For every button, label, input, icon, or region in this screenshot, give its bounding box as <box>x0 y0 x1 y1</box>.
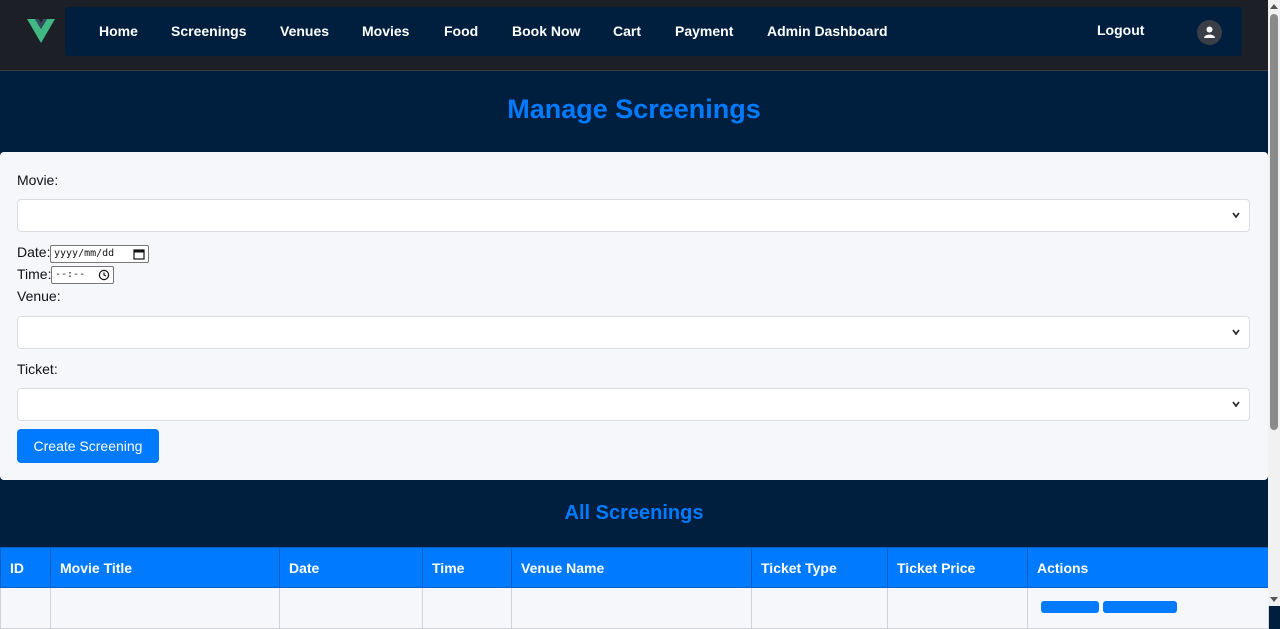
column-header-actions[interactable]: Actions <box>1027 547 1269 588</box>
user-avatar[interactable] <box>1197 20 1222 45</box>
table-cell <box>0 587 51 629</box>
time-input[interactable]: --:-- <box>51 266 114 284</box>
table-cell <box>422 587 512 629</box>
main-nav: Home Screenings Venues Movies Food Book … <box>65 7 1242 56</box>
column-header-ticket-type[interactable]: Ticket Type <box>751 547 888 588</box>
nav-movies[interactable]: Movies <box>362 7 409 56</box>
chevron-down-icon <box>1232 212 1240 219</box>
calendar-icon[interactable] <box>133 248 145 260</box>
nav-cart[interactable]: Cart <box>613 7 641 56</box>
scroll-up-arrow-icon[interactable] <box>1270 2 1278 12</box>
nav-admin-dashboard[interactable]: Admin Dashboard <box>767 7 888 56</box>
page-scrollbar[interactable] <box>1268 0 1280 606</box>
column-header-venue-name[interactable]: Venue Name <box>511 547 752 588</box>
table-cell <box>751 587 888 629</box>
top-bar: Home Screenings Venues Movies Food Book … <box>0 0 1268 71</box>
table-header-row: ID Movie Title Date Time Venue Name Tick… <box>0 547 1269 588</box>
table-cell <box>887 587 1028 629</box>
nav-screenings[interactable]: Screenings <box>171 7 246 56</box>
nav-payment[interactable]: Payment <box>675 7 733 56</box>
time-label: Time: <box>17 266 52 282</box>
create-screening-button[interactable]: Create Screening <box>17 429 159 463</box>
nav-home[interactable]: Home <box>99 7 138 56</box>
date-input[interactable]: yyyy/mm/dd <box>50 245 149 263</box>
movie-select[interactable] <box>17 199 1250 232</box>
table-cell <box>279 587 423 629</box>
row-action-button[interactable] <box>1041 601 1099 613</box>
user-icon <box>1204 26 1215 38</box>
date-placeholder: yyyy/mm/dd <box>54 248 115 259</box>
vue-logo-icon[interactable] <box>25 15 57 47</box>
column-header-ticket-price[interactable]: Ticket Price <box>887 547 1028 588</box>
nav-book-now[interactable]: Book Now <box>512 7 580 56</box>
nav-venues[interactable]: Venues <box>280 7 329 56</box>
page-title: Manage Screenings <box>507 94 761 124</box>
chevron-down-icon <box>1232 401 1240 408</box>
nav-food[interactable]: Food <box>444 7 478 56</box>
column-header-movie-title[interactable]: Movie Title <box>50 547 280 588</box>
scrollbar-thumb[interactable] <box>1270 14 1278 430</box>
time-placeholder: --:-- <box>55 269 86 280</box>
create-screening-form: Movie: Date: yyyy/mm/dd Time: --:-- Venu… <box>0 152 1268 480</box>
column-header-time[interactable]: Time <box>422 547 512 588</box>
date-label: Date: <box>17 244 51 260</box>
venue-label: Venue: <box>17 288 61 304</box>
table-cell <box>50 587 280 629</box>
clock-icon[interactable] <box>98 269 110 281</box>
table-cell <box>511 587 752 629</box>
column-header-date[interactable]: Date <box>279 547 423 588</box>
ticket-label: Ticket: <box>17 361 58 377</box>
chevron-down-icon <box>1232 329 1240 336</box>
row-action-button[interactable] <box>1103 601 1177 613</box>
movie-label: Movie: <box>17 172 59 188</box>
scroll-down-arrow-icon[interactable] <box>1270 594 1278 604</box>
venue-select[interactable] <box>17 316 1250 349</box>
all-screenings-title: All Screenings <box>564 502 704 524</box>
ticket-select[interactable] <box>17 388 1250 421</box>
screenings-table: ID Movie Title Date Time Venue Name Tick… <box>0 547 1269 629</box>
column-header-id[interactable]: ID <box>0 547 51 588</box>
logout-link[interactable]: Logout <box>1097 7 1144 56</box>
